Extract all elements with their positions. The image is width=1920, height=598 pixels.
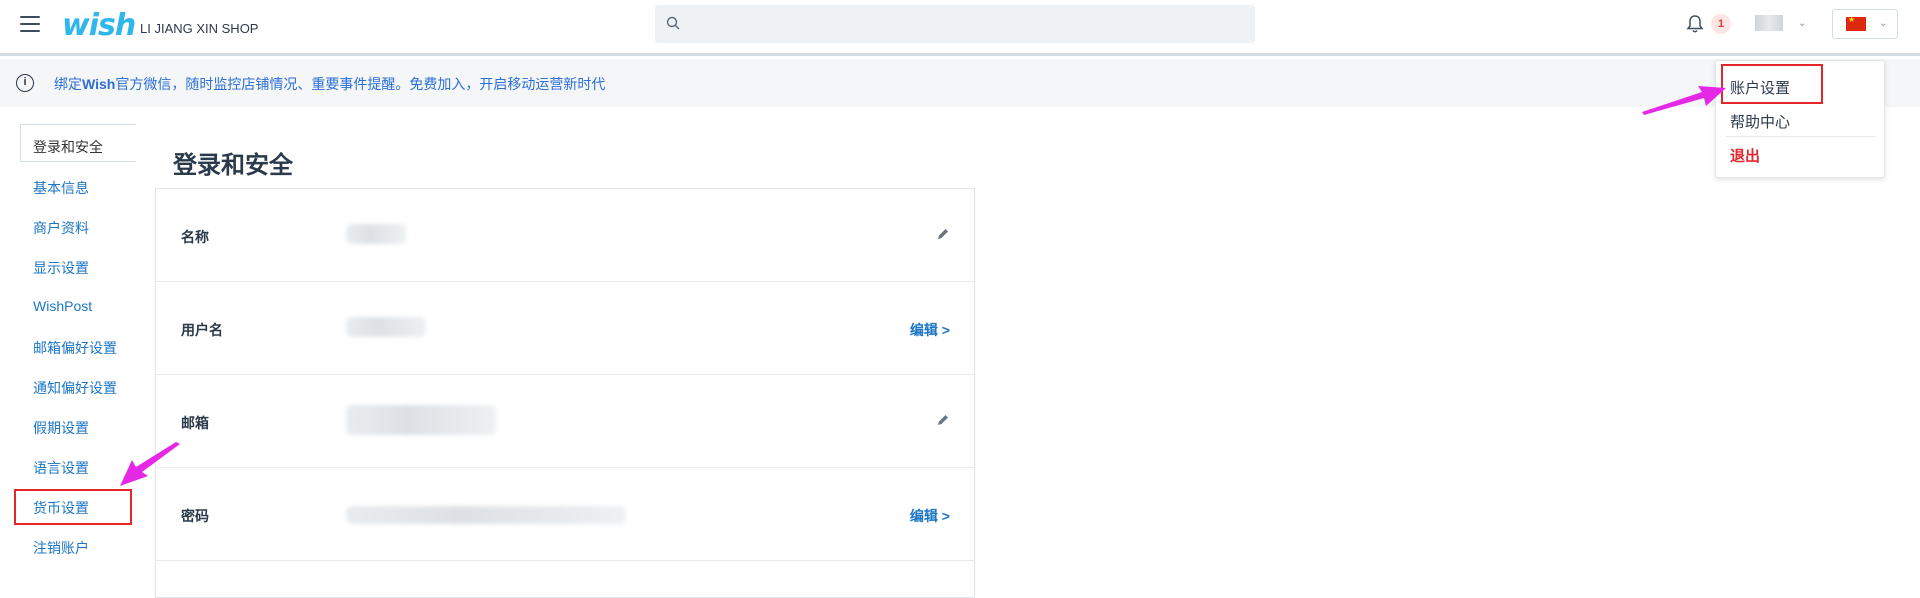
redacted-username-value [346,317,426,337]
search-input[interactable] [691,5,1251,43]
row-label: 密码 [181,508,209,524]
info-icon: i [16,74,34,92]
sidebar-item-basic-info[interactable]: 基本信息 [33,178,89,198]
wechat-notice-banner: i 绑定Wish官方微信，随时监控店铺情况、重要事件提醒。免费加入，开启移动运营… [0,59,1920,107]
annotation-arrow-icon [1642,86,1726,115]
redacted-password-value [346,506,626,524]
sidebar-item-display-settings[interactable]: 显示设置 [33,258,89,278]
search-bar[interactable] [655,5,1255,43]
notification-bell-icon[interactable] [1686,14,1704,39]
email-row: 邮箱 [156,375,974,468]
pencil-edit-icon[interactable] [936,413,950,432]
password-row: 密码 编辑 > [156,468,974,561]
wish-logo[interactable]: wish [62,8,136,43]
menu-item-logout[interactable]: 退出 [1730,145,1760,166]
sidebar-item-notification-preferences[interactable]: 通知偏好设置 [33,378,117,398]
chevron-down-icon: ⌄ [1879,18,1888,29]
sidebar-item-close-account[interactable]: 注销账户 [33,538,89,558]
username-row: 用户名 编辑 > [156,282,974,375]
edit-username-link[interactable]: 编辑 > [910,320,950,340]
name-row: 名称 [156,189,974,282]
redacted-name-value [346,224,406,244]
china-flag-icon [1846,15,1866,31]
page-title: 登录和安全 [173,152,293,179]
redacted-email-value [346,405,496,435]
sidebar-item-language-settings[interactable]: 语言设置 [33,458,89,478]
row-label: 邮箱 [181,415,209,431]
sidebar-item-merchant-profile[interactable]: 商户资料 [33,218,89,238]
user-avatar[interactable] [1755,15,1783,31]
notice-text[interactable]: 绑定Wish官方微信，随时监控店铺情况、重要事件提醒。免费加入，开启移动运营新时… [54,74,605,94]
annotation-arrow-icon [120,442,180,486]
hamburger-menu-icon[interactable] [20,16,40,34]
highlight-box-account-settings [1721,64,1823,104]
row-label: 名称 [181,229,209,245]
row-label: 用户名 [181,322,223,338]
search-icon [666,16,680,30]
language-selector[interactable]: ⌄ [1832,9,1898,39]
top-navigation-bar: wish LI JIANG XIN SHOP 1 ⌄ ⌄ [0,0,1920,56]
sidebar-item-vacation-settings[interactable]: 假期设置 [33,418,89,438]
shop-name: LI JIANG XIN SHOP [140,21,259,36]
chevron-down-icon[interactable]: ⌄ [1798,18,1806,29]
notification-count-badge: 1 [1711,14,1731,34]
sidebar-item-wishpost[interactable]: WishPost [33,298,92,314]
sidebar-item-email-preferences[interactable]: 邮箱偏好设置 [33,338,117,358]
pencil-edit-icon[interactable] [936,227,950,246]
highlight-box-currency-settings [14,489,132,525]
sidebar-item-login-security[interactable]: 登录和安全 [20,124,136,162]
edit-password-link[interactable]: 编辑 > [910,506,950,526]
menu-divider [1726,136,1876,137]
menu-item-help-center[interactable]: 帮助中心 [1730,111,1790,132]
login-security-card: 名称 用户名 编辑 > 邮箱 密码 编辑 > [155,188,975,598]
